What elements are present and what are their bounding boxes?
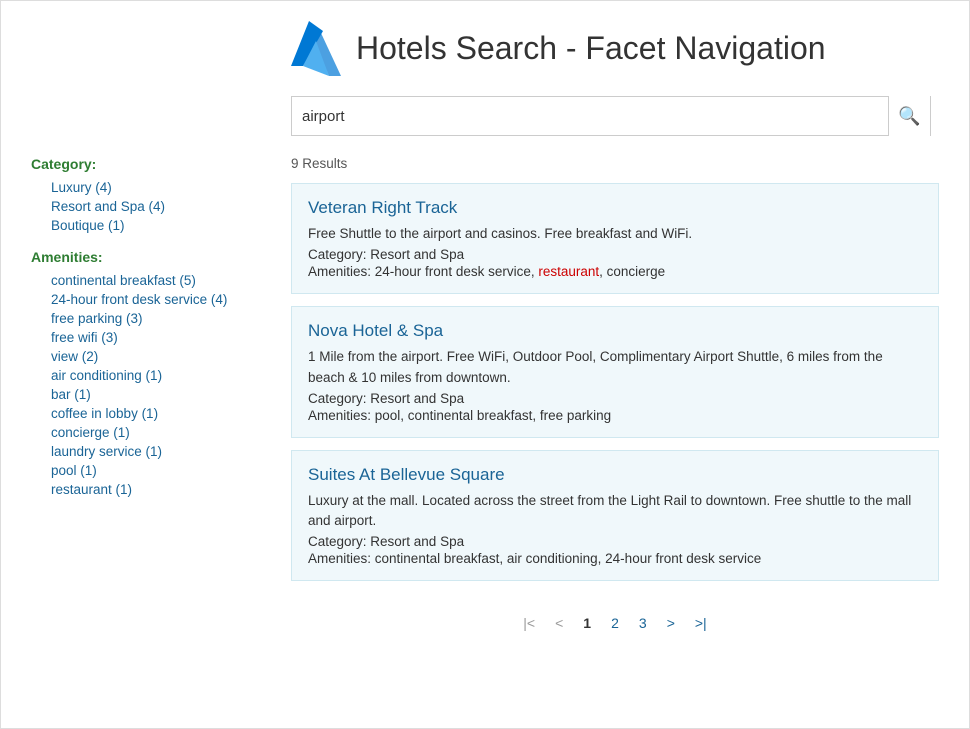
facet-free-parking[interactable]: free parking (3) bbox=[31, 309, 241, 328]
result-amenities-suites-bellevue: Amenities: continental breakfast, air co… bbox=[308, 551, 922, 566]
amenities-label: Amenities: bbox=[31, 249, 241, 265]
facet-boutique[interactable]: Boutique (1) bbox=[31, 216, 241, 235]
result-card-nova-hotel: Nova Hotel & Spa 1 Mile from the airport… bbox=[291, 306, 939, 438]
pagination-prev[interactable]: < bbox=[549, 613, 569, 633]
result-desc-veteran-right-track: Free Shuttle to the airport and casinos.… bbox=[308, 224, 922, 244]
results-count: 9 Results bbox=[291, 156, 939, 171]
result-category-suites-bellevue: Category: Resort and Spa bbox=[308, 534, 922, 549]
facet-coffee-in-lobby[interactable]: coffee in lobby (1) bbox=[31, 404, 241, 423]
pagination-page1[interactable]: 1 bbox=[577, 613, 597, 633]
pagination: |< < 1 2 3 > >| bbox=[291, 593, 939, 643]
pagination-page2[interactable]: 2 bbox=[605, 613, 625, 633]
result-desc-nova-hotel: 1 Mile from the airport. Free WiFi, Outd… bbox=[308, 347, 922, 388]
amenities-values-2: pool, continental breakfast, free parkin… bbox=[375, 408, 611, 423]
facet-view[interactable]: view (2) bbox=[31, 347, 241, 366]
facet-restaurant[interactable]: restaurant (1) bbox=[31, 480, 241, 499]
result-card-veteran-right-track: Veteran Right Track Free Shuttle to the … bbox=[291, 183, 939, 294]
result-card-suites-bellevue: Suites At Bellevue Square Luxury at the … bbox=[291, 450, 939, 582]
search-bar-row: 🔍 bbox=[1, 86, 969, 146]
facet-continental-breakfast[interactable]: continental breakfast (5) bbox=[31, 271, 241, 290]
page-wrapper: Hotels Search - Facet Navigation 🔍 Categ… bbox=[0, 0, 970, 729]
sidebar: Category: Luxury (4) Resort and Spa (4) … bbox=[1, 156, 261, 718]
header: Hotels Search - Facet Navigation bbox=[1, 1, 969, 86]
result-amenities-nova-hotel: Amenities: pool, continental breakfast, … bbox=[308, 408, 922, 423]
amenities-values-3: continental breakfast, air conditioning,… bbox=[375, 551, 761, 566]
result-desc-suites-bellevue: Luxury at the mall. Located across the s… bbox=[308, 491, 922, 532]
result-title-nova-hotel[interactable]: Nova Hotel & Spa bbox=[308, 321, 922, 341]
pagination-page3[interactable]: 3 bbox=[633, 613, 653, 633]
amenities-highlight-1: restaurant bbox=[538, 264, 599, 279]
search-input[interactable] bbox=[292, 108, 888, 125]
facet-laundry-service[interactable]: laundry service (1) bbox=[31, 442, 241, 461]
results-area: 9 Results Veteran Right Track Free Shutt… bbox=[261, 156, 969, 718]
result-amenities-veteran-right-track: Amenities: 24-hour front desk service, r… bbox=[308, 264, 922, 279]
amenities-label-1: Amenities: 24-hour front desk service, r… bbox=[308, 264, 665, 279]
category-label: Category: bbox=[31, 156, 241, 172]
page-title: Hotels Search - Facet Navigation bbox=[356, 30, 826, 67]
facet-concierge[interactable]: concierge (1) bbox=[31, 423, 241, 442]
facet-free-wifi[interactable]: free wifi (3) bbox=[31, 328, 241, 347]
search-bar: 🔍 bbox=[291, 96, 931, 136]
result-title-veteran-right-track[interactable]: Veteran Right Track bbox=[308, 198, 922, 218]
pagination-last[interactable]: >| bbox=[689, 613, 713, 633]
pagination-next[interactable]: > bbox=[661, 613, 681, 633]
result-category-nova-hotel: Category: Resort and Spa bbox=[308, 391, 922, 406]
facet-luxury[interactable]: Luxury (4) bbox=[31, 178, 241, 197]
facet-pool[interactable]: pool (1) bbox=[31, 461, 241, 480]
amenities-label-3: Amenities: bbox=[308, 551, 375, 566]
facet-resort-and-spa[interactable]: Resort and Spa (4) bbox=[31, 197, 241, 216]
result-category-veteran-right-track: Category: Resort and Spa bbox=[308, 247, 922, 262]
main-content: Category: Luxury (4) Resort and Spa (4) … bbox=[1, 146, 969, 728]
amenities-label-2: Amenities: bbox=[308, 408, 375, 423]
facet-bar[interactable]: bar (1) bbox=[31, 385, 241, 404]
facet-front-desk[interactable]: 24-hour front desk service (4) bbox=[31, 290, 241, 309]
azure-logo-icon bbox=[291, 21, 341, 76]
facet-air-conditioning[interactable]: air conditioning (1) bbox=[31, 366, 241, 385]
search-button[interactable]: 🔍 bbox=[888, 96, 930, 136]
pagination-first[interactable]: |< bbox=[517, 613, 541, 633]
result-title-suites-bellevue[interactable]: Suites At Bellevue Square bbox=[308, 465, 922, 485]
